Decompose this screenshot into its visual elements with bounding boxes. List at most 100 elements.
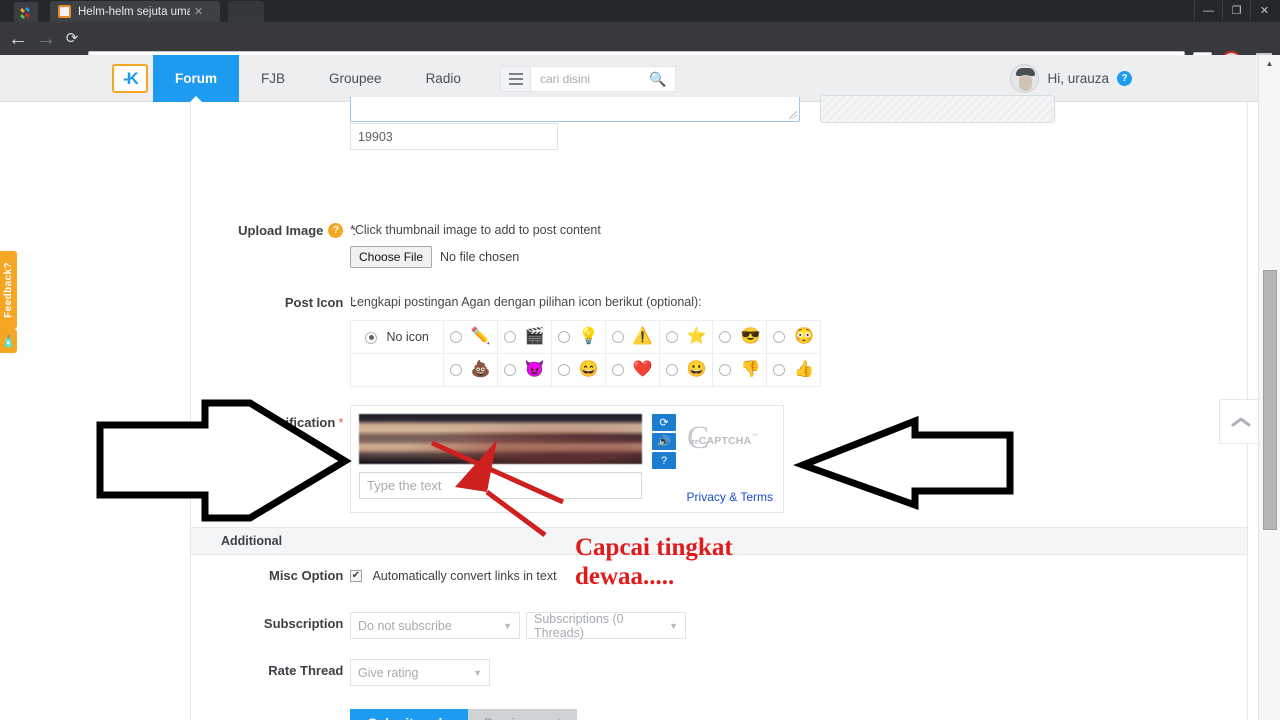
forward-button[interactable]: →: [34, 27, 58, 50]
radio-icon[interactable]: [665, 364, 678, 376]
radio-icon[interactable]: [557, 331, 570, 343]
page-viewport: -K Forum FJB Groupee Radio cari disini 🔍…: [0, 55, 1280, 720]
radio-icon[interactable]: [503, 331, 516, 343]
upload-image-label-row: Upload Image ? :: [191, 223, 356, 238]
radio-icon[interactable]: [611, 364, 624, 376]
captcha-refresh-icon[interactable]: ⟳: [652, 414, 676, 431]
captcha-text-input[interactable]: Type the text: [359, 472, 642, 499]
character-count-field[interactable]: 19903: [350, 123, 558, 150]
pencil-icon: ✏️: [470, 328, 491, 345]
radio-icon[interactable]: [557, 364, 570, 376]
tab-close-icon[interactable]: ✕: [194, 5, 203, 18]
post-icon-option[interactable]: ⚠️: [604, 320, 660, 354]
help-badge-icon[interactable]: ?: [1117, 71, 1132, 86]
auto-convert-links-checkbox[interactable]: ✔: [350, 569, 362, 582]
post-icon-controls: Lengkapi postingan Agan dengan pilihan i…: [350, 295, 822, 387]
scrollbar-up-arrow-icon[interactable]: ▲: [1259, 55, 1280, 72]
scroll-to-top-button[interactable]: [1219, 399, 1263, 444]
window-close-button[interactable]: ✕: [1250, 1, 1278, 20]
joomla-logo-icon: [20, 6, 30, 19]
misc-option-controls[interactable]: ✔ Automatically convert links in text: [350, 567, 557, 585]
poop-icon: 💩: [470, 361, 491, 378]
post-icon-option[interactable]: 👎: [712, 353, 768, 387]
captcha-tm-mark: ™: [751, 433, 758, 440]
back-button[interactable]: ←: [6, 27, 30, 50]
radio-icon[interactable]: [449, 331, 462, 343]
subscription-select[interactable]: Do not subscribe ▼: [350, 612, 520, 639]
radio-icon[interactable]: [665, 331, 678, 343]
nav-item-groupee[interactable]: Groupee: [307, 55, 404, 102]
radio-icon[interactable]: [503, 364, 516, 376]
window-controls: — ❐ ✕: [1194, 1, 1278, 20]
rate-thread-select[interactable]: Give rating ▼: [350, 659, 490, 686]
subscriptions-threads-button[interactable]: Subscriptions (0 Threads) ▼: [526, 612, 686, 640]
post-icon-option[interactable]: 🎬: [496, 320, 552, 354]
textarea-resize-handle[interactable]: [789, 111, 797, 119]
thumbs-down-icon: 👎: [740, 361, 761, 378]
submit-reply-button[interactable]: Submit reply: [350, 709, 468, 720]
search-icon[interactable]: 🔍: [641, 67, 675, 91]
post-icon-option[interactable]: 😳: [766, 320, 822, 354]
post-icon-option-none[interactable]: No icon: [350, 320, 444, 354]
radio-icon[interactable]: [611, 331, 624, 343]
post-icon-option[interactable]: 👍: [766, 353, 822, 387]
post-icon-option[interactable]: 💩: [442, 353, 498, 387]
window-restore-button[interactable]: ❐: [1222, 1, 1250, 20]
form-actions: Submit reply Preview post: [350, 709, 578, 720]
page-scrollbar[interactable]: ▲: [1258, 55, 1280, 720]
rate-thread-controls: Give rating ▼: [350, 659, 490, 686]
annotation-note-line2: dewaa.....: [575, 563, 675, 590]
radio-no-icon[interactable]: [365, 331, 377, 344]
post-icon-empty-cell: [350, 353, 444, 387]
feedback-tab[interactable]: Feedback?: [0, 251, 17, 329]
post-icon-option[interactable]: 😄: [550, 353, 606, 387]
search-area: cari disini 🔍: [500, 66, 676, 92]
radio-icon[interactable]: [773, 364, 786, 376]
file-input-row[interactable]: Choose File No file chosen: [350, 246, 601, 268]
radio-icon[interactable]: [719, 331, 732, 343]
radio-icon[interactable]: [719, 364, 732, 376]
clapperboard-icon: 🎬: [524, 328, 545, 345]
avatar[interactable]: [1010, 64, 1040, 93]
post-icon-option[interactable]: ❤️: [604, 353, 660, 387]
user-area[interactable]: Hi, urauza ?: [1010, 64, 1132, 93]
post-icon-option[interactable]: 😎: [712, 320, 768, 354]
thumbs-up-icon: 👍: [794, 361, 815, 378]
kaskus-logo[interactable]: -K: [112, 64, 148, 93]
post-body-textarea[interactable]: [350, 97, 800, 122]
post-icon-option[interactable]: ⭐: [658, 320, 714, 354]
reload-button[interactable]: ⟳: [60, 27, 84, 50]
app-icon[interactable]: [14, 2, 38, 22]
auto-convert-links-label: Automatically convert links in text: [372, 568, 557, 583]
radio-icon[interactable]: [449, 364, 462, 376]
post-icon-option[interactable]: 😀: [658, 353, 714, 387]
privacy-terms-link[interactable]: Privacy & Terms: [687, 490, 773, 504]
nav-item-fjb[interactable]: FJB: [239, 55, 307, 102]
browser-toolbar: ← → ⟳ www.kaskus.co.id/post_reply/528c36…: [0, 22, 1280, 73]
captcha-help-icon[interactable]: ?: [652, 452, 676, 469]
captcha-re-text: re: [692, 439, 699, 446]
captcha-audio-icon[interactable]: 🔊: [652, 433, 676, 450]
browser-chrome: Helm-helm sejuta umat d ✕ — ❐ ✕ ← → ⟳ ww…: [0, 0, 1280, 73]
new-tab-button[interactable]: [228, 1, 264, 22]
feedback-bottle-icon[interactable]: 🧴: [0, 329, 17, 353]
radio-icon[interactable]: [773, 331, 786, 343]
preview-post-button[interactable]: Preview post: [467, 709, 578, 720]
upload-help-icon[interactable]: ?: [328, 223, 344, 238]
nav-item-radio[interactable]: Radio: [404, 55, 483, 102]
search-input[interactable]: cari disini: [531, 67, 641, 91]
browser-tab-active[interactable]: Helm-helm sejuta umat d ✕: [50, 1, 220, 22]
no-icon-label: No icon: [386, 330, 429, 344]
rate-thread-select-value: Give rating: [358, 665, 419, 680]
chevron-down-icon: ▼: [669, 620, 678, 631]
window-minimize-button[interactable]: —: [1194, 1, 1222, 20]
post-icon-option[interactable]: 💡: [550, 320, 606, 354]
scrollbar-thumb[interactable]: [1263, 270, 1277, 530]
search-category-menu-icon[interactable]: [501, 67, 531, 91]
nav-item-forum[interactable]: Forum: [153, 55, 239, 102]
choose-file-button[interactable]: Choose File: [350, 246, 433, 268]
post-icon-option[interactable]: ✏️: [442, 320, 498, 354]
feedback-tab-label: Feedback?: [3, 262, 14, 318]
post-icon-option[interactable]: 😈: [496, 353, 552, 387]
smiley-face-icon: 😀: [686, 361, 707, 378]
